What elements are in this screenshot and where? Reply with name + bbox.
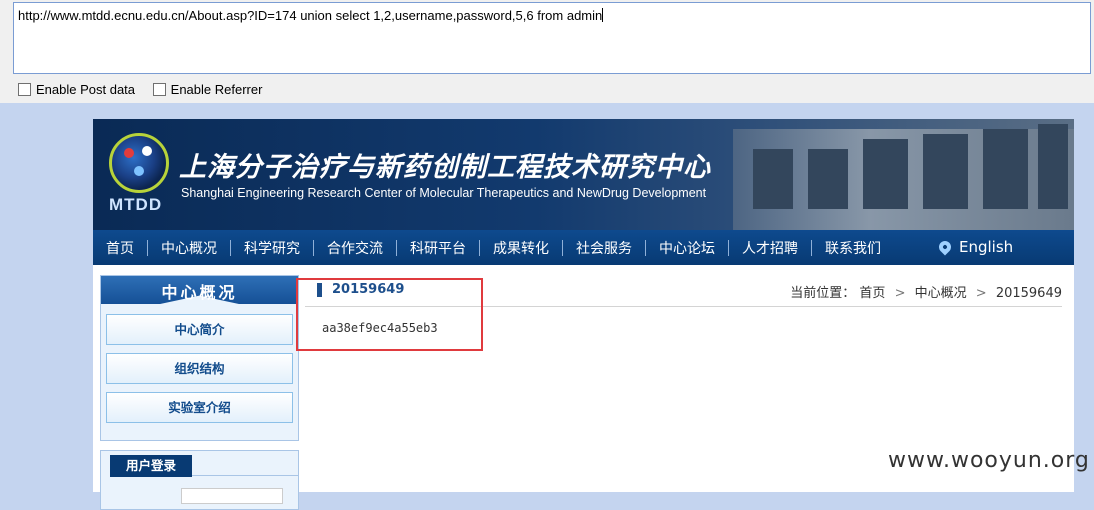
building-window <box>923 134 968 209</box>
enable-post-data-label: Enable Post data <box>36 82 136 97</box>
divider <box>192 475 298 476</box>
nav-item-contact[interactable]: 联系我们 <box>812 238 894 258</box>
nav-item-cooperation[interactable]: 合作交流 <box>314 238 396 258</box>
breadcrumb-current: 20159649 <box>995 286 1062 301</box>
sidebar-item-labs[interactable]: 实验室介绍 <box>106 392 293 423</box>
chevron-right-icon: > <box>975 286 987 301</box>
nav-item-about[interactable]: 中心概况 <box>148 238 230 258</box>
building-window <box>1038 124 1068 209</box>
sidebar-item-organization[interactable]: 组织结构 <box>106 353 293 384</box>
mtdd-logo-icon <box>109 133 169 193</box>
nav-item-forum[interactable]: 中心论坛 <box>646 238 728 258</box>
breadcrumb-label: 当前位置： <box>790 286 856 301</box>
site-banner: MTDD 上海分子治疗与新药创制工程技术研究中心 Shanghai Engine… <box>93 119 1074 230</box>
watermark: www.wooyun.org <box>888 448 1090 473</box>
enable-referrer-checkbox[interactable]: Enable Referrer <box>152 82 263 97</box>
nav-item-services[interactable]: 社会服务 <box>563 238 645 258</box>
building-window <box>983 129 1028 209</box>
nav-item-platform[interactable]: 科研平台 <box>397 238 479 258</box>
nav-item-research[interactable]: 科学研究 <box>231 238 313 258</box>
building-window <box>808 149 848 209</box>
logo-dot <box>142 146 152 156</box>
sidebar: 中心概况 中心简介 组织结构 实验室介绍 <box>100 275 299 441</box>
main-nav: 首页 中心概况 科学研究 合作交流 科研平台 成果转化 社会服务 中心论坛 人才… <box>93 230 1074 265</box>
chevron-right-icon: > <box>894 286 906 301</box>
user-login-box: 用户登录 <box>100 450 299 510</box>
highlight-box <box>296 278 483 351</box>
breadcrumb-about[interactable]: 中心概况 <box>915 286 967 301</box>
web-page: MTDD 上海分子治疗与新药创制工程技术研究中心 Shanghai Engine… <box>93 119 1074 510</box>
site-title-cn: 上海分子治疗与新药创制工程技术研究中心 <box>179 152 711 183</box>
nav-english-link[interactable]: English <box>936 238 1014 256</box>
hackbar-options: Enable Post data Enable Referrer <box>18 82 276 99</box>
hackbar-panel: http://www.mtdd.ecnu.edu.cn/About.asp?ID… <box>0 0 1094 103</box>
nav-item-achievements[interactable]: 成果转化 <box>480 238 562 258</box>
sidebar-title: 中心概况 <box>161 283 238 302</box>
logo-dot <box>134 166 144 176</box>
enable-referrer-label: Enable Referrer <box>170 82 263 97</box>
checkbox-box-icon <box>18 83 31 96</box>
sidebar-item-intro[interactable]: 中心简介 <box>106 314 293 345</box>
nav-item-home[interactable]: 首页 <box>93 238 147 258</box>
breadcrumb: 当前位置： 首页 > 中心概况 > 20159649 <box>790 282 1062 301</box>
building-window <box>753 149 793 209</box>
nav-english-label: English <box>959 238 1014 256</box>
location-pin-icon <box>936 238 954 256</box>
site-title-en: Shanghai Engineering Research Center of … <box>181 186 707 200</box>
logo-text: MTDD <box>109 195 163 214</box>
logo-dot <box>124 148 134 158</box>
text-caret <box>602 8 604 22</box>
username-input[interactable] <box>181 488 283 504</box>
url-input[interactable]: http://www.mtdd.ecnu.edu.cn/About.asp?ID… <box>13 2 1091 74</box>
nav-item-jobs[interactable]: 人才招聘 <box>729 238 811 258</box>
login-title: 用户登录 <box>110 455 192 477</box>
building-window <box>863 139 908 209</box>
url-text: http://www.mtdd.ecnu.edu.cn/About.asp?ID… <box>18 8 603 23</box>
breadcrumb-home[interactable]: 首页 <box>859 286 885 301</box>
checkbox-box-icon <box>152 83 166 96</box>
enable-post-data-checkbox[interactable]: Enable Post data <box>18 82 135 97</box>
